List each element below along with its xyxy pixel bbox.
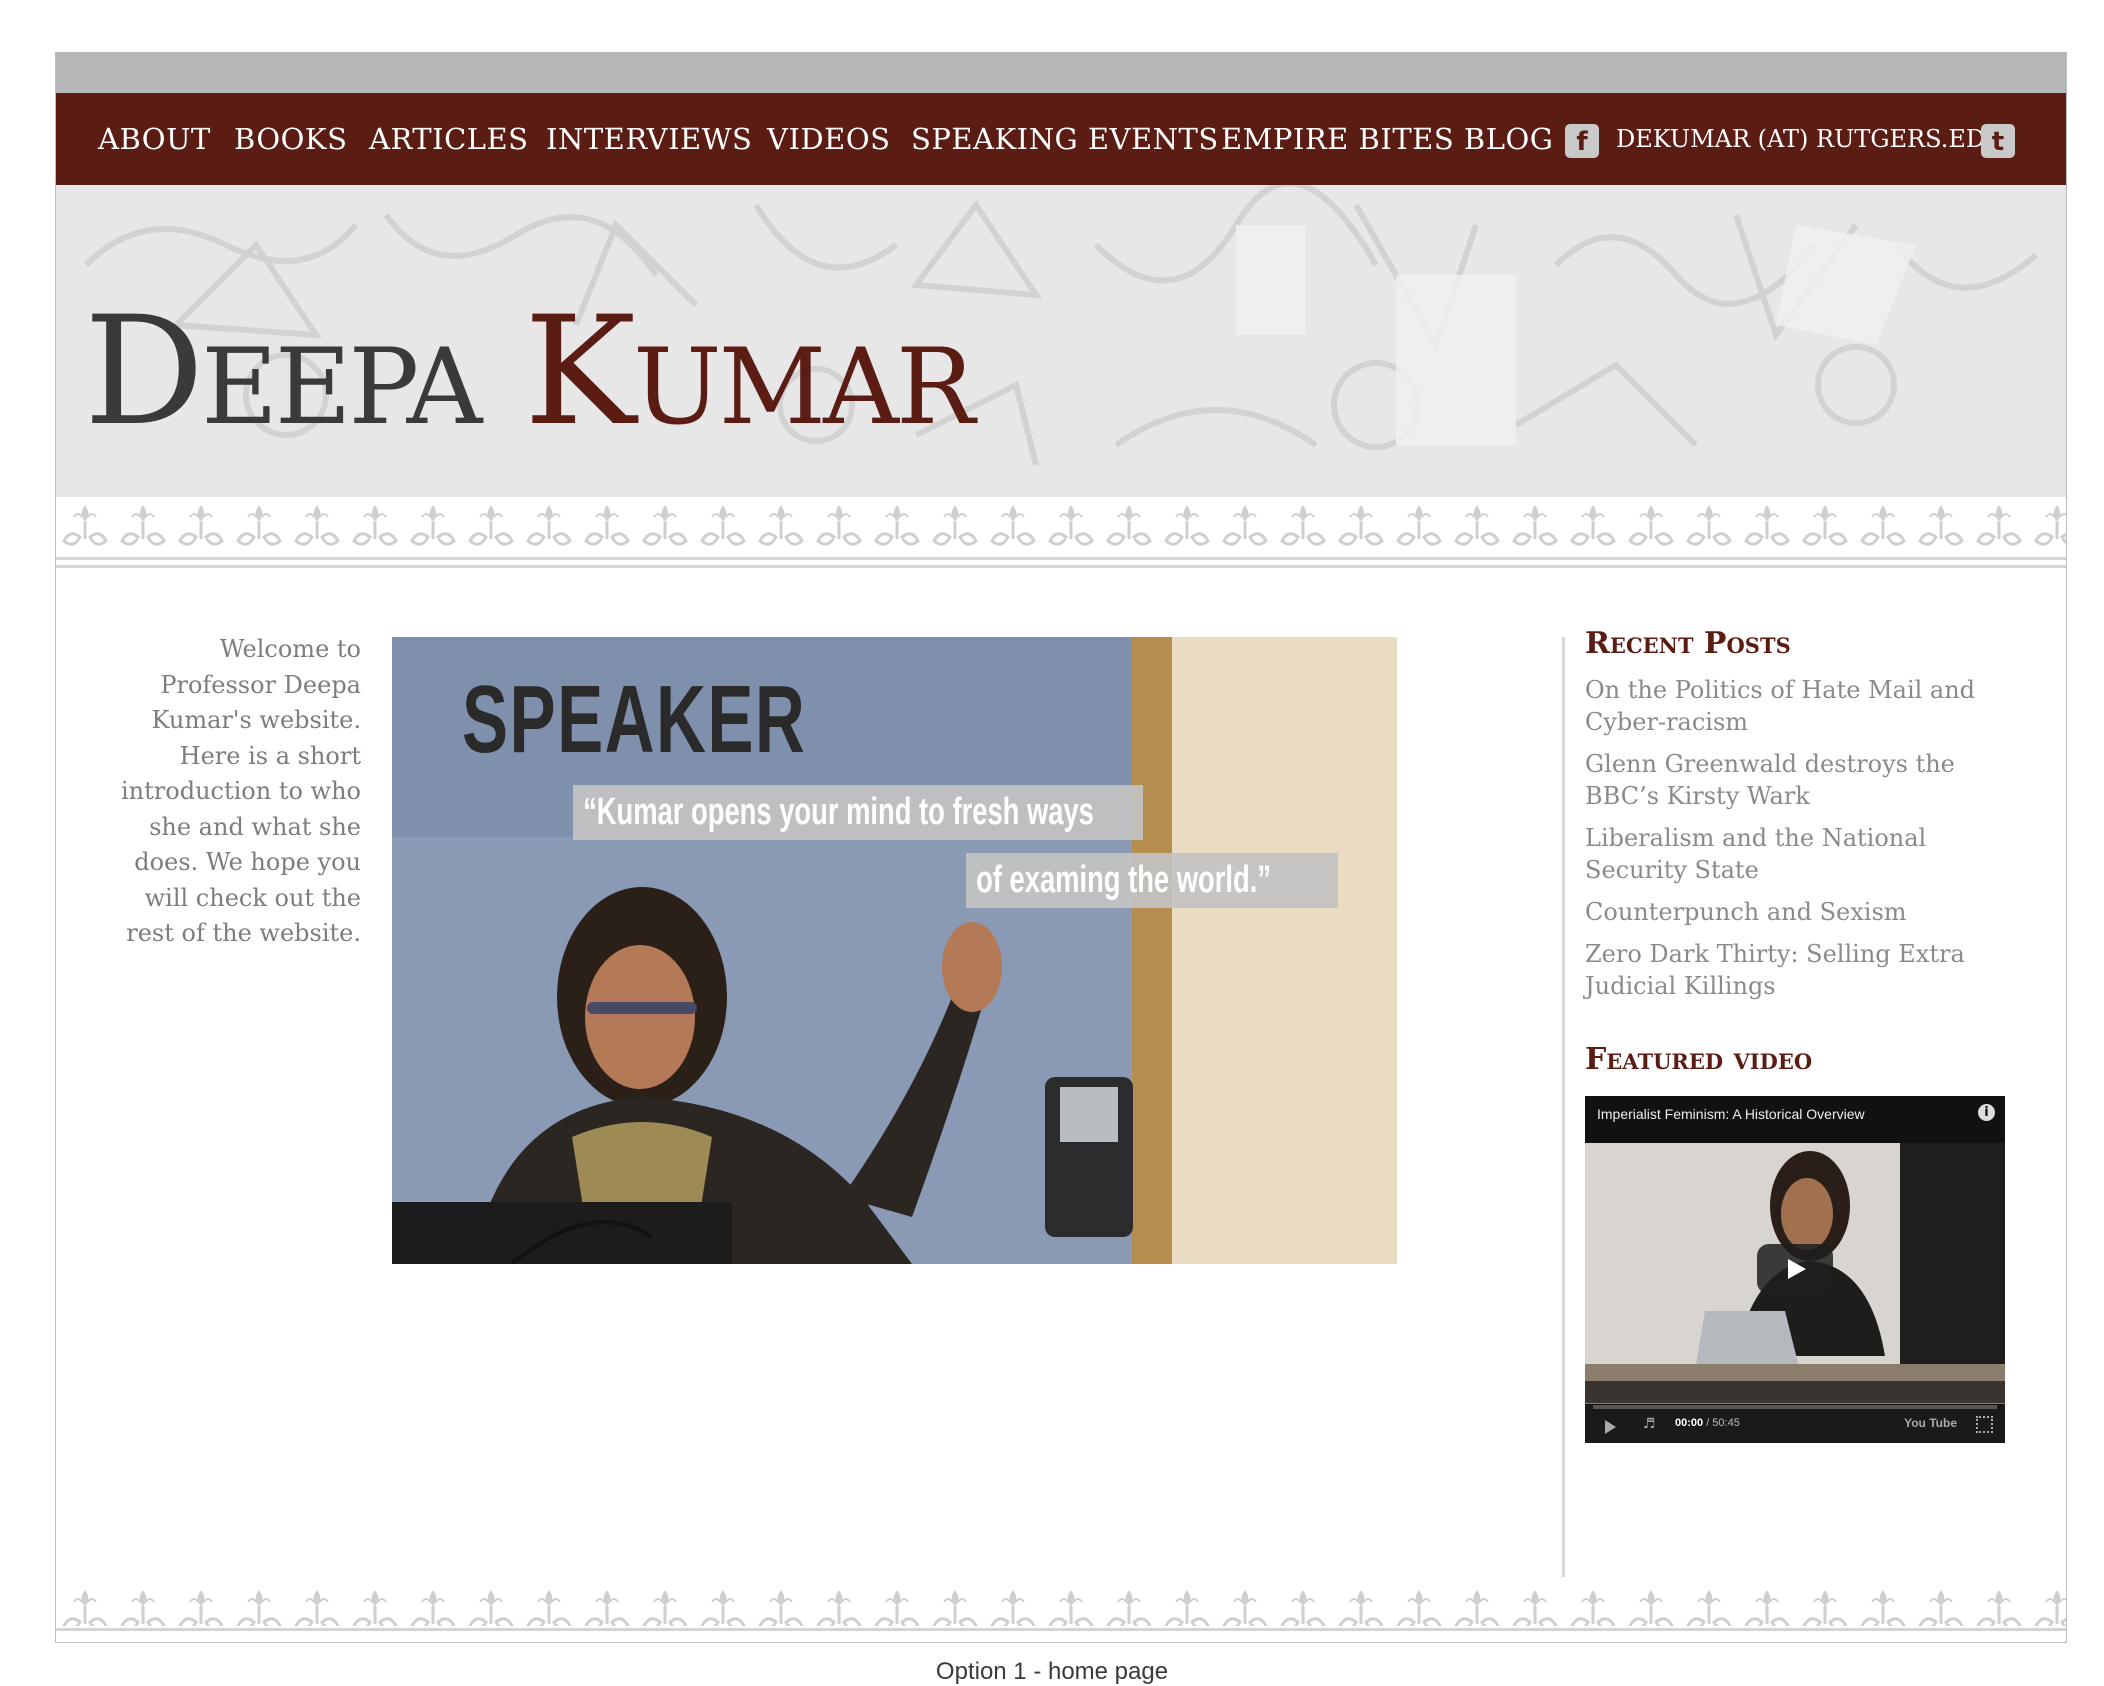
page-frame: ABOUT BOOKS ARTICLES INTERVIEWS VIDEOS S… [55,52,2067,1643]
video-controls: ♬ 00:00 / 50:45 You Tube [1585,1405,2005,1443]
video-time-current: 00:00 [1675,1417,1704,1429]
site-title-first-name: Deepa [84,285,482,459]
contact-email-link[interactable]: DEKUMAR (AT) RUTGERS.EDU [1616,93,2005,185]
youtube-logo-icon[interactable]: You Tube [1904,1416,1957,1430]
recent-post-link[interactable]: Glenn Greenwald destroys the BBC’s Kirst… [1585,748,2005,812]
volume-icon[interactable]: ♬ [1643,1416,1656,1432]
play-button[interactable] [1757,1244,1833,1294]
recent-post-link[interactable]: Counterpunch and Sexism [1585,896,2005,928]
video-time-total: / 50:45 [1703,1417,1740,1429]
facebook-icon[interactable]: f [1565,124,1599,158]
nav-speaking-events[interactable]: SPEAKING EVENTS [911,93,1219,185]
recent-post-link[interactable]: On the Politics of Hate Mail and Cyber-r… [1585,674,2005,738]
nav-interviews[interactable]: INTERVIEWS [546,93,752,185]
recent-post-link[interactable]: Liberalism and the National Security Sta… [1585,822,2005,886]
speaker-hero-image: SPEAKER “Kumar opens your mind to fresh … [392,637,1397,1264]
nav-empire-bites-blog[interactable]: EMPIRE BITES BLOG [1221,93,1553,185]
sidebar-divider [1562,637,1565,1577]
hero-quote-line-2: of examing the world.” [966,853,1338,908]
nav-books[interactable]: BOOKS [234,93,347,185]
recent-post-link[interactable]: Zero Dark Thirty: Selling Extra Judicial… [1585,938,2005,1002]
main-navigation: ABOUT BOOKS ARTICLES INTERVIEWS VIDEOS S… [56,93,2066,185]
nav-about[interactable]: ABOUT [98,93,211,185]
fullscreen-icon[interactable] [1976,1416,1993,1433]
site-title: Deepa Kumar [84,297,975,447]
video-time: 00:00 / 50:45 [1675,1417,1740,1429]
top-bar [56,52,2066,93]
recent-posts-heading: Recent Posts [1585,626,1791,661]
nav-videos[interactable]: VIDEOS [767,93,890,185]
welcome-text: Welcome to Professor Deepa Kumar's websi… [121,635,361,947]
ornamental-border-top [56,497,2066,568]
site-title-last-name: Kumar [524,285,975,459]
hero-quote-line-1: “Kumar opens your mind to fresh ways [573,785,1143,840]
nav-articles[interactable]: ARTICLES [369,93,529,185]
info-icon[interactable]: i [1978,1104,1995,1121]
ornamental-border-bottom [56,1582,2066,1631]
featured-video-heading: Featured video [1585,1042,1813,1077]
recent-posts-list: On the Politics of Hate Mail and Cyber-r… [1585,674,2005,1012]
video-progress-bar[interactable] [1593,1405,1997,1409]
page-caption: Option 1 - home page [935,1658,1169,1685]
featured-video-player[interactable]: Imperialist Feminism: A Historical Overv… [1585,1096,2005,1443]
hero-title: SPEAKER [462,666,807,773]
twitter-icon[interactable]: t [1981,124,2015,158]
video-title: Imperialist Feminism: A Historical Overv… [1597,1106,1865,1122]
header-banner: Deepa Kumar [56,185,2066,497]
control-play-icon[interactable] [1605,1420,1616,1434]
